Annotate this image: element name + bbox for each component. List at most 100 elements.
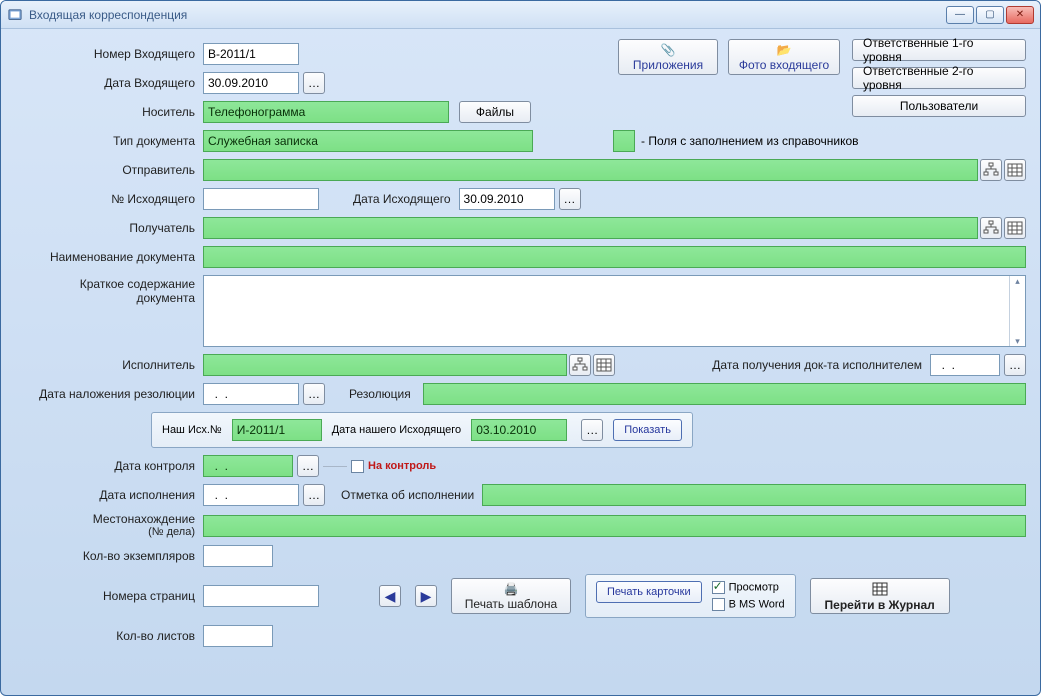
titlebar: Входящая корреспонденция — ▢ ✕ — [1, 1, 1040, 29]
carrier-label: Носитель — [15, 105, 203, 119]
exec-receive-date-picker[interactable] — [1004, 354, 1026, 376]
pages-label: Номера страниц — [15, 589, 203, 603]
files-button[interactable]: Файлы — [459, 101, 531, 123]
resolution-label: Резолюция — [325, 387, 423, 401]
exec-mark-label: Отметка об исполнении — [325, 488, 482, 502]
control-date-picker[interactable] — [297, 455, 319, 477]
doc-name-label: Наименование документа — [15, 250, 203, 264]
location-input[interactable] — [203, 515, 1026, 537]
photo-incoming-label: Фото входящего — [739, 58, 829, 72]
outgoing-date-picker[interactable] — [559, 188, 581, 210]
doc-name-input[interactable] — [203, 246, 1026, 268]
control-date-label: Дата контроля — [15, 459, 203, 473]
outgoing-no-label: № Исходящего — [15, 192, 203, 206]
go-journal-button[interactable]: Перейти в Журнал — [810, 578, 950, 614]
summary-label-l1: Краткое содержание — [80, 277, 195, 291]
msword-label: В MS Word — [729, 598, 785, 610]
attachments-label: Приложения — [633, 58, 703, 72]
summary-scrollbar[interactable]: ▴▾ — [1009, 276, 1025, 346]
executor-input[interactable] — [203, 354, 567, 376]
exec-date-input[interactable] — [203, 484, 299, 506]
incoming-date-label: Дата Входящего — [15, 76, 203, 90]
resolution-input[interactable] — [423, 383, 1026, 405]
preview-checkbox[interactable] — [712, 581, 725, 594]
incoming-no-label: Номер Входящего — [15, 47, 203, 61]
resolution-date-picker[interactable] — [303, 383, 325, 405]
next-record-button[interactable]: ▶ — [415, 585, 437, 607]
executor-label: Исполнитель — [15, 358, 203, 372]
incoming-date-picker[interactable] — [303, 72, 325, 94]
sender-hierarchy-button[interactable] — [980, 159, 1002, 181]
window: Входящая корреспонденция — ▢ ✕ 📎 Приложе… — [0, 0, 1041, 696]
sender-list-button[interactable] — [1004, 159, 1026, 181]
preview-label: Просмотр — [729, 581, 779, 593]
sheets-label: Кол-во листов — [15, 629, 203, 643]
executor-hierarchy-button[interactable] — [569, 354, 591, 376]
executor-list-button[interactable] — [593, 354, 615, 376]
outgoing-date-input[interactable] — [459, 188, 555, 210]
summary-label: Краткое содержание документа — [15, 275, 203, 305]
location-label-l1: Местонахождение — [93, 512, 195, 526]
window-controls: — ▢ ✕ — [946, 6, 1034, 24]
go-journal-label: Перейти в Журнал — [825, 598, 935, 612]
attachments-icon: 📎 — [661, 42, 676, 57]
outgoing-date-label: Дата Исходящего — [345, 192, 459, 206]
recipient-input[interactable] — [203, 217, 978, 239]
pages-input[interactable] — [203, 585, 319, 607]
recipient-hierarchy-button[interactable] — [980, 217, 1002, 239]
msword-checkbox[interactable] — [712, 598, 725, 611]
legend-swatch — [613, 130, 635, 152]
our-out-no-input[interactable] — [232, 419, 322, 441]
resolution-date-label: Дата наложения резолюции — [15, 387, 203, 401]
printer-icon: 🖨️ — [504, 581, 519, 596]
recipient-label: Получатель — [15, 221, 203, 235]
prev-record-button[interactable]: ◀ — [379, 585, 401, 607]
summary-label-l2: документа — [136, 291, 195, 305]
attachments-button[interactable]: 📎 Приложения — [618, 39, 718, 75]
form-client: 📎 Приложения 📂 Фото входящего Ответствен… — [1, 29, 1040, 695]
outgoing-no-input[interactable] — [203, 188, 319, 210]
exec-receive-date-label: Дата получения док-та исполнителем — [704, 358, 930, 372]
legend-text: - Поля с заполнением из справочников — [641, 134, 859, 148]
on-control-checkbox[interactable] — [351, 460, 364, 473]
carrier-input[interactable] — [203, 101, 449, 123]
print-template-label: Печать шаблона — [465, 597, 557, 611]
our-out-no-label: Наш Исх.№ — [162, 424, 222, 436]
exec-receive-date-input[interactable] — [930, 354, 1000, 376]
incoming-no-input[interactable] — [203, 43, 299, 65]
copies-label: Кол-во экземпляров — [15, 549, 203, 563]
control-date-input[interactable] — [203, 455, 293, 477]
maximize-button[interactable]: ▢ — [976, 6, 1004, 24]
preview-option[interactable]: Просмотр — [712, 581, 785, 594]
sender-label: Отправитель — [15, 163, 203, 177]
exec-date-label: Дата исполнения — [15, 488, 203, 502]
sheets-input[interactable] — [203, 625, 273, 647]
sender-input[interactable] — [203, 159, 978, 181]
msword-option[interactable]: В MS Word — [712, 598, 785, 611]
responsible-level1-button[interactable]: Ответственные 1-го уровня — [852, 39, 1026, 61]
print-template-button[interactable]: 🖨️ Печать шаблона — [451, 578, 571, 614]
location-label: Местонахождение (№ дела) — [15, 513, 203, 538]
close-button[interactable]: ✕ — [1006, 6, 1034, 24]
resolution-date-input[interactable] — [203, 383, 299, 405]
copies-input[interactable] — [203, 545, 273, 567]
on-control-label: На контроль — [368, 460, 436, 472]
print-card-panel: Печать карточки Просмотр В MS Word — [585, 574, 796, 618]
photo-incoming-button[interactable]: 📂 Фото входящего — [728, 39, 840, 75]
exec-date-picker[interactable] — [303, 484, 325, 506]
print-card-button[interactable]: Печать карточки — [596, 581, 702, 603]
our-out-date-input[interactable] — [471, 419, 567, 441]
show-button[interactable]: Показать — [613, 419, 682, 441]
minimize-button[interactable]: — — [946, 6, 974, 24]
doc-type-input[interactable] — [203, 130, 533, 152]
folder-open-icon: 📂 — [777, 42, 792, 57]
exec-mark-input[interactable] — [482, 484, 1026, 506]
incoming-date-input[interactable] — [203, 72, 299, 94]
summary-textarea[interactable] — [204, 276, 1009, 346]
our-out-date-picker[interactable] — [581, 419, 603, 441]
window-title: Входящая корреспонденция — [29, 8, 946, 22]
location-label-l2: (№ дела) — [148, 526, 195, 538]
recipient-list-button[interactable] — [1004, 217, 1026, 239]
users-button[interactable]: Пользователи — [852, 95, 1026, 117]
responsible-level2-button[interactable]: Ответственные 2-го уровня — [852, 67, 1026, 89]
